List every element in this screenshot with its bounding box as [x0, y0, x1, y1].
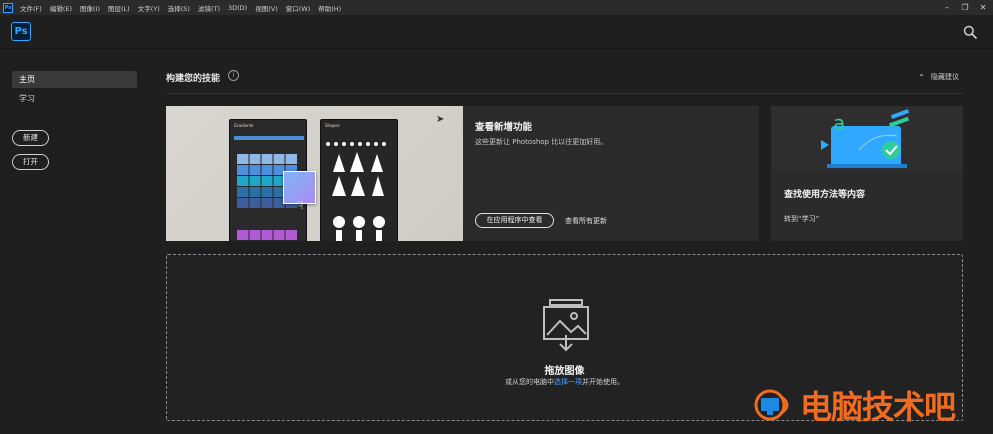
go-to-learn-link[interactable]: 转到“学习” [784, 214, 819, 224]
menu-file[interactable]: 文件(F) [16, 3, 46, 13]
learn-illustration: a [771, 106, 963, 170]
watermark-text: 电脑技术吧 [800, 388, 956, 426]
chevron-up-icon: ⌃ [918, 72, 925, 82]
shapes-panel-illustration: Shapes [320, 119, 398, 241]
restore-icon[interactable]: ❐ [959, 3, 971, 12]
select-file-link[interactable]: 选择一项 [554, 378, 582, 386]
image-upload-icon [543, 299, 589, 352]
close-icon[interactable]: ✕ [977, 3, 989, 12]
new-features-description: 这些更新让 Photoshop 比以往更加好用。 [475, 138, 608, 146]
app-header: Ps [0, 15, 993, 49]
shapes-panel-title: Shapes [325, 123, 340, 128]
photoshop-logo[interactable]: Ps [11, 22, 31, 41]
menu-3d[interactable]: 3D(D) [224, 4, 251, 12]
shape-swatches-icon [326, 142, 386, 241]
open-button[interactable]: 打开 [12, 154, 49, 170]
svg-text:a: a [833, 111, 845, 135]
menu-image[interactable]: 图像(I) [76, 3, 104, 13]
dropzone-subtitle-before: 或从您的电脑中 [505, 378, 554, 386]
photoshop-app-icon: Ps [3, 2, 13, 13]
learn-laptop-icon: a [821, 109, 910, 168]
learn-card-title: 查找使用方法等内容 [784, 190, 866, 200]
view-in-app-button[interactable]: 在应用程序中查看 [475, 213, 554, 228]
sidebar: 主页 学习 新建 打开 [0, 49, 150, 434]
hide-tips-label: 隐藏建议 [931, 73, 959, 81]
new-features-title: 查看新增功能 [475, 122, 533, 133]
menu-bar: Ps 文件(F) 编辑(E) 图像(I) 图层(L) 文字(Y) 选择(S) 滤… [0, 0, 993, 15]
dropzone-subtitle-after: 并开始使用。 [582, 378, 624, 386]
sidebar-item-home[interactable]: 主页 [12, 71, 137, 88]
watermark-logo-icon [754, 389, 789, 421]
gradients-panel-illustration: Gradients ☟ [229, 119, 316, 241]
menu-edit[interactable]: 编辑(E) [46, 3, 76, 13]
minimize-icon[interactable]: – [941, 3, 953, 12]
hand-cursor-icon: ☟ [297, 199, 304, 212]
menu-view[interactable]: 视图(V) [251, 3, 282, 13]
menu-help[interactable]: 帮助(H) [314, 3, 345, 13]
menu-filter[interactable]: 滤镜(T) [194, 3, 224, 13]
info-icon[interactable]: i [228, 70, 239, 81]
section-title: 构建您的技能 [166, 74, 221, 84]
dropzone-title: 拖放图像 [544, 366, 585, 377]
learn-card: a 查找使用方法等内容 转到“学习” [771, 106, 963, 241]
arrow-cursor-icon: ➤ [436, 114, 445, 125]
new-features-image: Gradients ☟ Shapes ➤ [166, 106, 463, 241]
menu-layer[interactable]: 图层(L) [104, 3, 134, 13]
menu-select[interactable]: 选择(S) [164, 3, 194, 13]
watermark: 电脑技术吧 [750, 382, 956, 428]
sidebar-item-learn[interactable]: 学习 [12, 90, 137, 107]
window-controls: – ❐ ✕ [941, 0, 989, 15]
search-icon[interactable] [963, 25, 977, 39]
view-all-updates-link[interactable]: 查看所有更新 [565, 216, 607, 226]
divider [166, 93, 963, 94]
menu-window[interactable]: 窗口(W) [282, 3, 315, 13]
hide-tips-button[interactable]: ⌃ 隐藏建议 [918, 72, 959, 82]
menu-type[interactable]: 文字(Y) [134, 3, 164, 13]
new-button[interactable]: 新建 [12, 130, 49, 146]
gradients-panel-title: Gradients [234, 123, 254, 128]
new-features-card: Gradients ☟ Shapes ➤ 查看新增功能 这些更新让 Photos… [166, 106, 759, 241]
